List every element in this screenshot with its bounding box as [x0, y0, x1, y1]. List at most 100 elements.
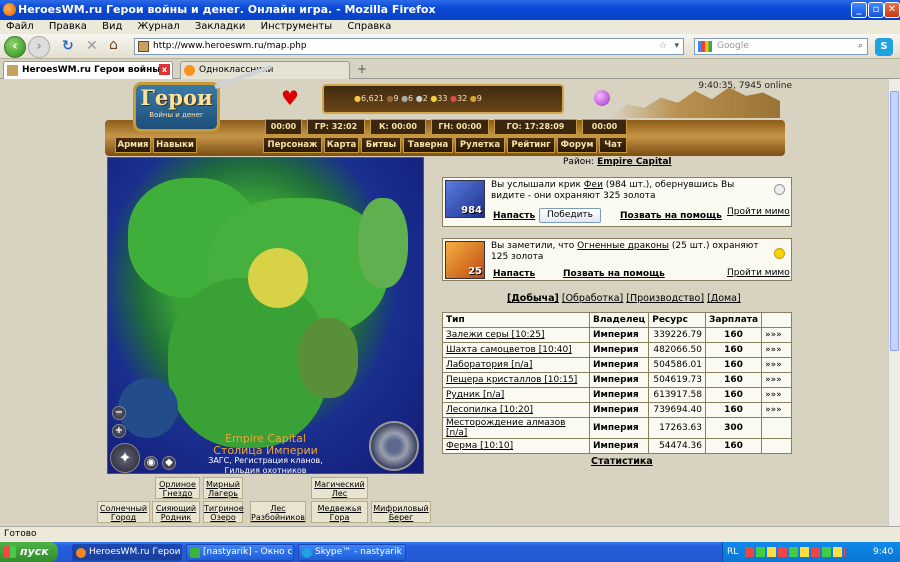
tab-processing[interactable]: [Обработка]	[562, 293, 623, 304]
facility-arrow-link[interactable]: »»»	[761, 372, 792, 388]
health-heart-icon[interactable]: ♥	[279, 88, 301, 108]
status-bar: Готово	[0, 526, 900, 542]
vertical-scrollbar[interactable]	[888, 79, 900, 526]
url-dropdown-icon[interactable]: ▾	[674, 39, 679, 54]
minimize-button[interactable]: _	[851, 2, 867, 18]
new-tab-icon[interactable]: +	[357, 62, 367, 76]
map-marker-icon[interactable]: ◆	[162, 456, 176, 470]
taskbar-chat[interactable]: [nastyarik] - Окно со...	[186, 544, 294, 561]
home-icon[interactable]: ⌂	[109, 37, 118, 53]
facility-arrow-link[interactable]: »»»	[761, 387, 792, 403]
facility-link[interactable]: Пещера кристаллов [10:15]	[442, 372, 590, 388]
start-button[interactable]: пуск	[0, 542, 58, 562]
district-eagle-nest[interactable]: Орлиное Гнездо	[155, 477, 200, 499]
attack-link[interactable]: Напасть	[493, 269, 535, 279]
nav-skills[interactable]: Навыки	[153, 137, 197, 153]
facility-link[interactable]: Лаборатория [n/a]	[442, 357, 590, 373]
pass-by-link[interactable]: Пройти мимо	[727, 207, 790, 217]
facility-arrow-link[interactable]	[761, 438, 792, 454]
win-button[interactable]: Победить	[539, 208, 601, 223]
region-name-link[interactable]: Empire Capital	[597, 157, 671, 167]
creature-link[interactable]: Феи	[584, 180, 603, 190]
compass-icon[interactable]	[369, 421, 419, 471]
tab-production[interactable]: [Производство]	[626, 293, 704, 304]
taskbar-skype[interactable]: Skype™ - nastyarik	[298, 544, 406, 561]
facility-link[interactable]: Залежи серы [10:25]	[442, 327, 590, 343]
facility-link[interactable]: Лесопилка [10:20]	[442, 402, 590, 418]
facility-arrow-link[interactable]: »»»	[761, 327, 792, 343]
tab-close-icon[interactable]: x	[159, 64, 170, 75]
table-row: Лаборатория [n/a] Империя 504586.01 160»»»	[442, 357, 792, 373]
menu-edit[interactable]: Правка	[49, 21, 87, 32]
ore-icon: ●	[401, 94, 409, 103]
facility-link[interactable]: Шахта самоцветов [10:40]	[442, 342, 590, 358]
district-shining-spring[interactable]: Сияющий Родник	[152, 501, 200, 523]
language-indicator[interactable]: RL	[727, 547, 738, 557]
back-icon[interactable]: ‹	[4, 36, 26, 58]
nav-army[interactable]: Армия	[115, 137, 151, 153]
district-peaceful-camp[interactable]: Мирный Лагерь	[203, 477, 243, 499]
nav-character[interactable]: Персонаж	[263, 137, 322, 153]
search-icon[interactable]: ⌕	[858, 39, 863, 54]
call-help-link[interactable]: Позвать на помощь	[563, 269, 665, 279]
server-clock: 9:40:35, 7945 online	[698, 81, 792, 91]
nav-roulette[interactable]: Рулетка	[455, 137, 505, 153]
resource-cell: 504619.73	[648, 372, 707, 388]
facility-arrow-link[interactable]: »»»	[761, 402, 792, 418]
fairy-avatar[interactable]: 984	[445, 180, 485, 218]
pan-cross-icon[interactable]: ✦	[110, 443, 140, 473]
search-input[interactable]: Google ⌕	[694, 38, 868, 55]
facility-arrow-link[interactable]	[761, 417, 792, 439]
game-logo[interactable]: Герои Войны и денег	[133, 82, 220, 132]
table-row: Рудник [n/a] Империя 613917.58 160»»»	[442, 387, 792, 403]
nav-tavern[interactable]: Таверна	[403, 137, 453, 153]
facility-arrow-link[interactable]: »»»	[761, 342, 792, 358]
close-button[interactable]: ✕	[884, 2, 900, 18]
statistics-link[interactable]: Статистика	[591, 456, 653, 467]
attack-link[interactable]: Напасть	[493, 211, 535, 221]
facility-link[interactable]: Ферма [10:10]	[442, 438, 590, 454]
zoom-out-icon[interactable]: −	[112, 406, 126, 420]
skype-icon[interactable]: S	[875, 38, 893, 56]
nav-map[interactable]: Карта	[324, 137, 359, 153]
menu-view[interactable]: Вид	[102, 21, 122, 32]
map-target-icon[interactable]: ◉	[144, 456, 158, 470]
facility-link[interactable]: Рудник [n/a]	[442, 387, 590, 403]
menu-history[interactable]: Журнал	[138, 21, 180, 32]
tab-houses[interactable]: [Дома]	[707, 293, 741, 304]
forward-icon[interactable]: ›	[28, 36, 50, 58]
menu-file[interactable]: Файл	[6, 21, 34, 32]
facility-link[interactable]: Месторождение алмазов [n/a]	[442, 417, 590, 439]
district-mithril-coast[interactable]: Мифриловый Берег	[371, 501, 431, 523]
bookmark-star-icon[interactable]: ☆	[659, 39, 667, 54]
district-tiger-lake[interactable]: Тигриное Озеро	[203, 501, 244, 523]
tab-heroeswm[interactable]: HeroesWM.ru Герои войны и ден... x	[3, 61, 173, 91]
nav-chat[interactable]: Чат	[599, 137, 627, 153]
call-help-link[interactable]: Позвать на помощь	[620, 211, 722, 221]
district-magic-forest[interactable]: Магический Лес	[311, 477, 368, 499]
zoom-in-icon[interactable]: +	[112, 424, 126, 438]
district-bear-mountain[interactable]: Медвежья Гора	[311, 501, 368, 523]
mana-orb-icon[interactable]	[594, 90, 610, 106]
reload-icon[interactable]: ↻	[62, 38, 74, 54]
facility-arrow-link[interactable]: »»»	[761, 357, 792, 373]
stop-icon[interactable]: ✕	[86, 38, 98, 54]
district-robbers-forest[interactable]: Лес Разбойников	[250, 501, 306, 523]
menu-tools[interactable]: Инструменты	[261, 21, 333, 32]
nav-battles[interactable]: Битвы	[361, 137, 401, 153]
tab-mining[interactable]: [Добыча]	[507, 293, 559, 304]
nav-forum[interactable]: Форум	[557, 137, 597, 153]
menu-bookmarks[interactable]: Закладки	[195, 21, 246, 32]
maximize-button[interactable]: ▫	[868, 2, 884, 18]
taskbar-firefox[interactable]: HeroesWM.ru Герои ...	[72, 544, 182, 561]
tray-icons[interactable]	[745, 547, 845, 557]
scroll-thumb[interactable]	[890, 91, 899, 351]
pass-by-link[interactable]: Пройти мимо	[727, 268, 790, 278]
address-bar[interactable]: http://www.heroeswm.ru/map.php ☆ ▾	[134, 38, 684, 55]
dragon-avatar[interactable]: 25	[445, 241, 485, 279]
menu-help[interactable]: Справка	[347, 21, 391, 32]
nav-rating[interactable]: Рейтинг	[507, 137, 555, 153]
creature-link[interactable]: Огненные драконы	[577, 241, 669, 251]
district-sun-city[interactable]: Солнечный Город	[97, 501, 150, 523]
capital-city[interactable]	[248, 248, 308, 308]
